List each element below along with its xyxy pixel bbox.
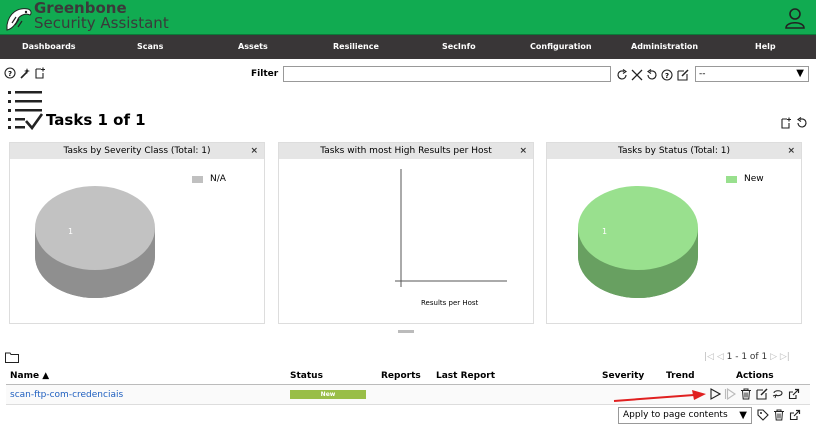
task-list-icon <box>8 91 44 130</box>
nav-help[interactable]: Help <box>755 42 776 51</box>
resume-task-icon <box>724 388 736 400</box>
clear-filter-icon[interactable] <box>631 69 643 81</box>
edit-icon[interactable] <box>756 388 768 400</box>
severity-pie-chart[interactable]: 1 <box>30 183 160 303</box>
table-row-divider <box>6 404 810 405</box>
trash-icon[interactable] <box>740 388 752 400</box>
svg-text:?: ? <box>665 72 669 80</box>
folder-icon[interactable] <box>5 352 19 363</box>
next-page-icon[interactable]: ▷ <box>770 352 777 362</box>
clone-icon[interactable] <box>772 388 784 400</box>
nav-assets[interactable]: Assets <box>238 42 268 51</box>
task-name-link[interactable]: scan-ftp-com-credenciais <box>10 390 123 400</box>
bulk-trash-icon[interactable] <box>773 409 785 421</box>
filter-select-value: -- <box>699 69 706 79</box>
pagination: |◁ ◁ 1 - 1 of 1 ▷ ▷| <box>704 352 790 362</box>
dashboard-high-results-panel: Tasks with most High Results per Host × … <box>278 142 534 324</box>
dashboard-severity-header: Tasks by Severity Class (Total: 1) × <box>10 143 264 159</box>
legend-label-new: New <box>744 174 764 184</box>
column-header-name[interactable]: Name ▲ <box>10 371 49 381</box>
dashboard-severity-title: Tasks by Severity Class (Total: 1) <box>63 146 211 156</box>
main-nav: Dashboards Scans Assets Resilience SecIn… <box>0 35 816 59</box>
legend-label-na: N/A <box>210 174 226 184</box>
last-page-icon[interactable]: ▷| <box>780 352 790 362</box>
dashboard-status-panel: Tasks by Status (Total: 1) × New 1 <box>546 142 802 324</box>
bulk-action-select-value: Apply to page contents <box>623 410 728 420</box>
bulk-export-icon[interactable] <box>789 409 801 421</box>
high-results-chart-axes <box>395 169 507 287</box>
tag-icon[interactable] <box>757 409 769 421</box>
filter-label: Filter <box>251 69 279 79</box>
column-header-last-report[interactable]: Last Report <box>436 371 495 381</box>
axis-label-results-per-host: Results per Host <box>421 299 479 307</box>
filter-input[interactable] <box>283 66 611 82</box>
first-page-icon[interactable]: |◁ <box>704 352 714 362</box>
filter-help-icon[interactable]: ? <box>661 69 673 81</box>
column-header-reports[interactable]: Reports <box>381 371 421 381</box>
nav-dashboards[interactable]: Dashboards <box>22 42 76 51</box>
nav-administration[interactable]: Administration <box>631 42 698 51</box>
bulk-action-select[interactable]: Apply to page contents ▼ <box>618 407 752 424</box>
column-header-severity[interactable]: Severity <box>602 371 644 381</box>
start-task-icon[interactable] <box>709 388 721 400</box>
close-icon[interactable]: × <box>787 143 795 159</box>
nav-secinfo[interactable]: SecInfo <box>442 42 476 51</box>
dashboard-high-results-header: Tasks with most High Results per Host × <box>279 143 533 159</box>
dashboard-resize-handle[interactable] <box>398 330 414 333</box>
nav-configuration[interactable]: Configuration <box>530 42 592 51</box>
previous-page-icon[interactable]: ◁ <box>717 352 724 362</box>
legend-swatch-na <box>192 176 203 183</box>
nav-resilience[interactable]: Resilience <box>333 42 379 51</box>
dashboard-severity-panel: Tasks by Severity Class (Total: 1) × N/A… <box>9 142 265 324</box>
dashboard-status-header: Tasks by Status (Total: 1) × <box>547 143 801 159</box>
column-header-trend[interactable]: Trend <box>666 371 695 381</box>
column-header-status[interactable]: Status <box>290 371 323 381</box>
status-pie-chart[interactable]: 1 <box>573 183 703 303</box>
dashboard-high-results-title: Tasks with most High Results per Host <box>320 146 492 156</box>
svg-text:?: ? <box>8 70 12 78</box>
app-header: Greenbone Security Assistant <box>0 0 816 35</box>
chevron-down-icon: ▼ <box>796 68 804 79</box>
filter-select[interactable]: -- ▼ <box>695 66 809 82</box>
close-icon[interactable]: × <box>519 143 527 159</box>
greenbone-logo-icon[interactable] <box>4 3 34 33</box>
severity-slice-label: 1 <box>68 227 73 236</box>
wizard-icon[interactable] <box>19 67 31 79</box>
dashboard-status-title: Tasks by Status (Total: 1) <box>617 146 731 156</box>
refresh-icon[interactable] <box>616 69 628 81</box>
status-badge: New <box>290 390 366 399</box>
legend-swatch-new <box>726 176 737 183</box>
edit-filter-icon[interactable] <box>677 69 689 81</box>
export-icon[interactable] <box>788 388 800 400</box>
pagination-text: 1 - 1 of 1 <box>726 352 768 362</box>
brand-subtitle: Security Assistant <box>34 14 169 32</box>
user-icon[interactable] <box>784 7 806 29</box>
status-slice-label: 1 <box>602 227 607 236</box>
close-icon[interactable]: × <box>250 143 258 159</box>
new-task-icon[interactable] <box>34 67 46 79</box>
column-header-actions: Actions <box>736 371 774 381</box>
reset-filter-icon[interactable] <box>646 69 658 81</box>
page-title: Tasks 1 of 1 <box>46 111 146 129</box>
new-dashboard-icon[interactable] <box>780 117 792 129</box>
nav-scans[interactable]: Scans <box>137 42 163 51</box>
chevron-down-icon: ▼ <box>739 410 747 421</box>
help-icon[interactable]: ? <box>4 67 16 79</box>
reset-dashboard-icon[interactable] <box>796 117 808 129</box>
